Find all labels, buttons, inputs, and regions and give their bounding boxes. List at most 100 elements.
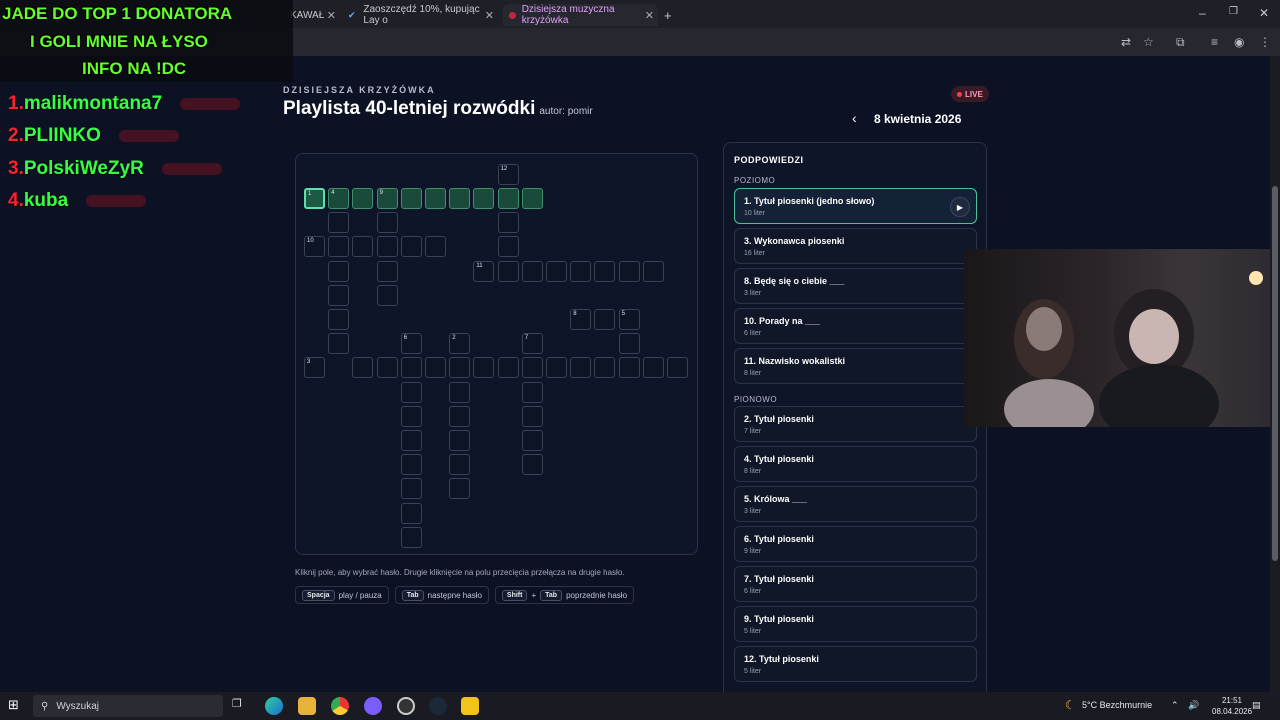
crossword-cell[interactable] (497, 188, 519, 209)
scrollbar-thumb[interactable] (1272, 186, 1278, 561)
browser-tab-active[interactable]: Dzisiejsza muzyczna krzyżówka ✕ (503, 4, 658, 26)
crossword-cell[interactable]: 5 (618, 309, 640, 330)
crossword-cell[interactable] (376, 260, 398, 282)
crossword-cell[interactable]: 9 (376, 188, 398, 209)
crossword-cell[interactable]: 12 (497, 163, 519, 185)
profile-avatar-icon[interactable]: ◉ (1234, 35, 1244, 49)
crossword-cell[interactable] (328, 212, 350, 234)
crossword-cell[interactable] (449, 188, 471, 209)
crossword-cell[interactable] (618, 260, 640, 282)
crossword-cell[interactable]: 8 (570, 309, 592, 330)
crossword-cell[interactable] (425, 236, 446, 258)
crossword-cell[interactable]: 7 (521, 333, 543, 355)
crossword-cell[interactable] (521, 405, 543, 427)
crossword-cell[interactable] (497, 212, 519, 234)
crossword-cell[interactable] (449, 430, 471, 451)
crossword-cell[interactable] (642, 357, 664, 379)
clue-item[interactable]: 12. Tytuł piosenki 5 liter (734, 646, 977, 682)
file-explorer-icon[interactable] (298, 697, 316, 715)
task-view-icon[interactable]: ❐ (232, 697, 250, 715)
crossword-cell[interactable] (400, 188, 422, 209)
crossword-cell[interactable] (618, 357, 640, 379)
crossword-cell[interactable] (400, 430, 422, 451)
reading-list-icon[interactable]: ≡ (1211, 35, 1218, 49)
obs-icon[interactable] (397, 697, 415, 715)
clue-item[interactable]: 4. Tytuł piosenki 8 liter (734, 446, 977, 482)
crossword-cell[interactable] (328, 333, 350, 355)
discord-icon[interactable] (364, 697, 382, 715)
crossword-cell[interactable] (425, 188, 446, 209)
play-icon[interactable]: ▶ (950, 197, 970, 217)
crossword-cell[interactable] (449, 381, 471, 403)
crossword-cell[interactable] (570, 357, 592, 379)
crossword-cell[interactable]: 3 (304, 357, 325, 379)
window-close-icon[interactable]: ✕ (1259, 6, 1269, 20)
steam-icon[interactable] (429, 697, 447, 715)
crossword-cell[interactable] (352, 357, 374, 379)
close-icon[interactable]: ✕ (645, 9, 654, 22)
clue-item[interactable]: 6. Tytuł piosenki 9 liter (734, 526, 977, 562)
crossword-cell[interactable] (594, 309, 616, 330)
clue-item[interactable]: 8. Będę się o ciebie ___ 3 liter (734, 268, 977, 304)
crossword-cell[interactable] (376, 284, 398, 306)
crossword-cell[interactable]: 11 (473, 260, 495, 282)
crossword-cell[interactable] (521, 381, 543, 403)
crossword-cell[interactable] (667, 357, 688, 379)
maximize-icon[interactable]: ❐ (1229, 6, 1238, 17)
notifications-icon[interactable]: ▤ (1252, 700, 1261, 711)
taskbar-search[interactable]: ⚲ Wyszukaj (33, 695, 223, 717)
translate-icon[interactable]: ⇄ (1121, 35, 1131, 49)
clue-item[interactable]: 7. Tytuł piosenki 6 liter (734, 566, 977, 602)
crossword-cell[interactable] (594, 357, 616, 379)
crossword-cell[interactable] (328, 284, 350, 306)
crossword-cell[interactable] (497, 357, 519, 379)
crossword-cell[interactable] (376, 236, 398, 258)
app-icon[interactable] (461, 697, 479, 715)
clue-item[interactable]: 1. Tytuł piosenki (jedno słowo) 10 liter ▶ (734, 188, 977, 224)
star-icon[interactable]: ☆ (1143, 35, 1154, 49)
clue-item[interactable]: 2. Tytuł piosenki 7 liter (734, 406, 977, 442)
crossword-cell[interactable] (497, 236, 519, 258)
minimize-icon[interactable]: – (1199, 6, 1206, 20)
crossword-cell[interactable] (521, 357, 543, 379)
crossword-cell[interactable] (521, 430, 543, 451)
crossword-cell[interactable] (618, 333, 640, 355)
crossword-cell[interactable] (400, 478, 422, 500)
crossword-cell[interactable] (376, 357, 398, 379)
browser-tab[interactable]: KAWAŁ ✕ (290, 4, 338, 26)
close-icon[interactable]: ✕ (485, 9, 494, 22)
clue-item[interactable]: 3. Wykonawca piosenki 16 liter (734, 228, 977, 264)
crossword-cell[interactable] (546, 260, 567, 282)
crossword-cell[interactable] (449, 405, 471, 427)
crossword-cell[interactable]: 10 (304, 236, 325, 258)
crossword-cell[interactable] (328, 309, 350, 330)
clue-item[interactable]: 5. Królowa ___ 3 liter (734, 486, 977, 522)
windows-start-icon[interactable]: ⊞ (8, 697, 26, 715)
crossword-cell[interactable] (642, 260, 664, 282)
crossword-cell[interactable] (400, 405, 422, 427)
crossword-cell[interactable] (400, 502, 422, 524)
clue-item[interactable]: 11. Nazwisko wokalistki 8 liter (734, 348, 977, 384)
crossword-cell[interactable] (425, 357, 446, 379)
crossword-cell[interactable] (376, 212, 398, 234)
menu-icon[interactable]: ⋮ (1259, 35, 1271, 49)
crossword-cell[interactable] (400, 526, 422, 548)
crossword-cell[interactable] (449, 357, 471, 379)
crossword-cell[interactable] (570, 260, 592, 282)
crossword-cell[interactable] (352, 188, 374, 209)
page-scrollbar[interactable] (1270, 56, 1280, 692)
crossword-cell[interactable] (594, 260, 616, 282)
crossword-cell[interactable]: 6 (400, 333, 422, 355)
crossword-cell[interactable]: 2 (449, 333, 471, 355)
volume-icon[interactable]: 🔊 (1188, 700, 1199, 711)
crossword-cell[interactable] (546, 357, 567, 379)
crossword-cell[interactable] (521, 454, 543, 476)
extensions-icon[interactable]: ⧉ (1176, 35, 1185, 50)
edge-icon[interactable] (265, 697, 283, 715)
clock[interactable]: 21:51 08.04.2026 (1212, 695, 1252, 717)
crossword-cell[interactable]: 1 (304, 188, 325, 209)
crossword-cell[interactable] (473, 188, 495, 209)
crossword-cell[interactable] (473, 357, 495, 379)
crossword-cell[interactable] (328, 260, 350, 282)
tray-chevron-icon[interactable]: ⌃ (1171, 700, 1179, 711)
